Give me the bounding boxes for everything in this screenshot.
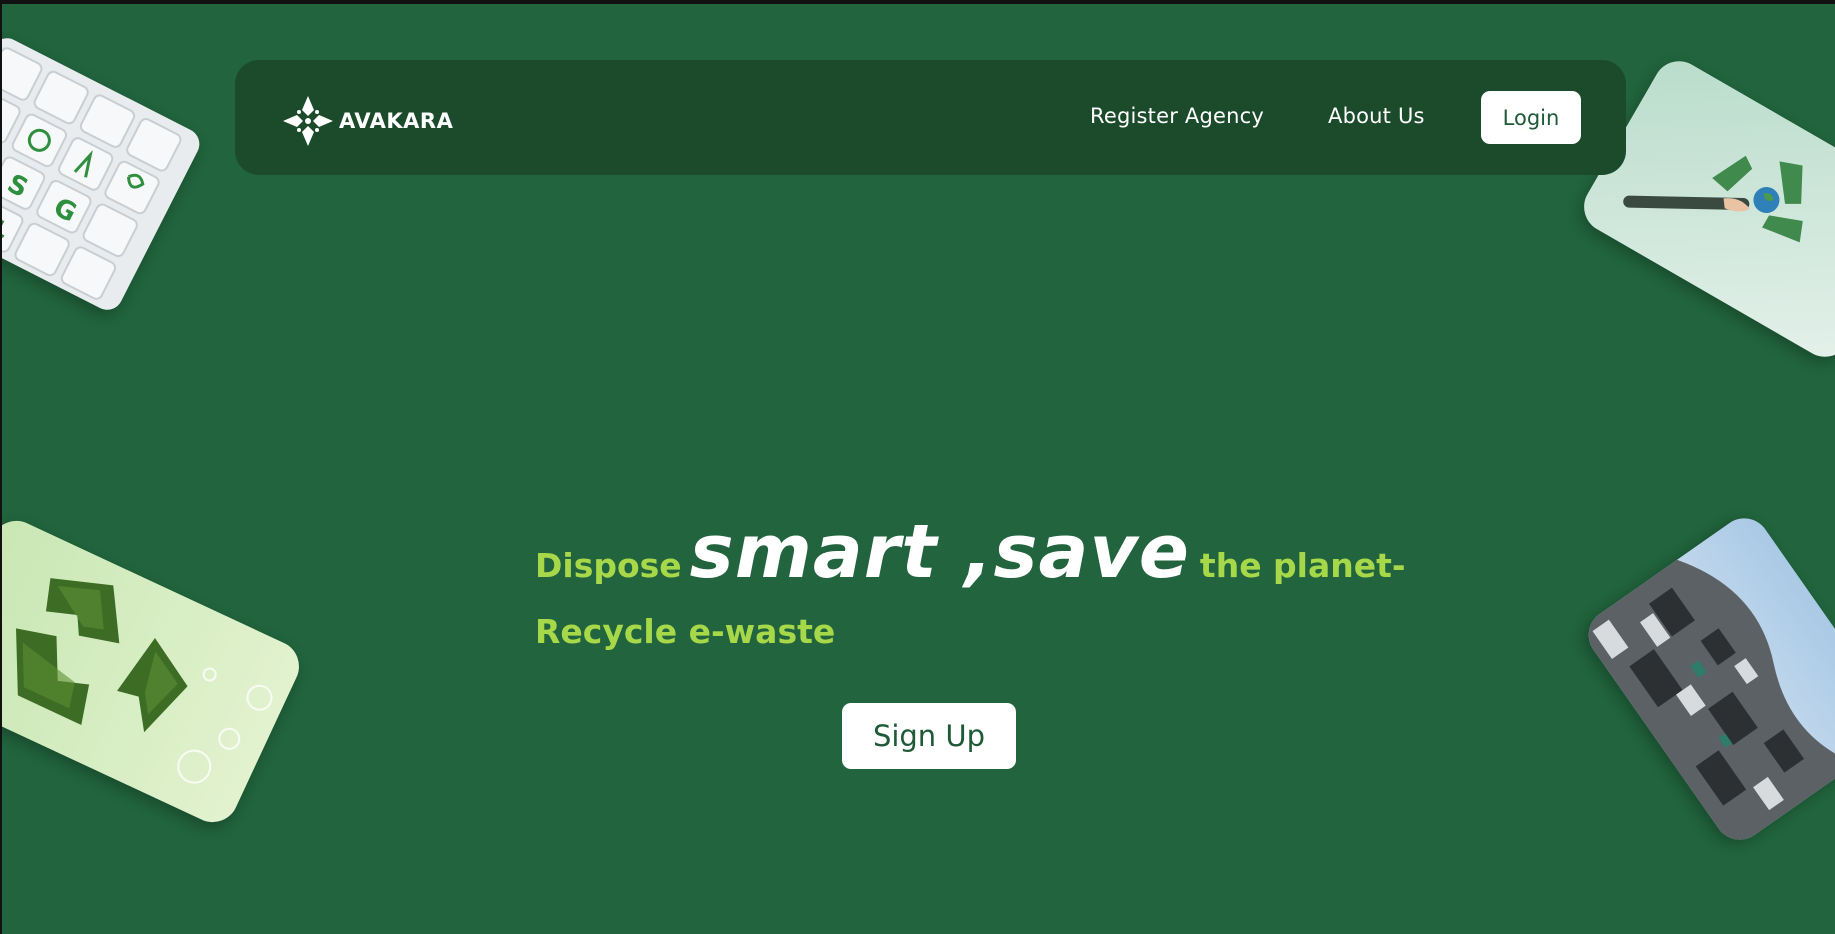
brand-name: AVAKARA	[339, 109, 454, 133]
ewaste-pile-image	[1578, 508, 1835, 850]
esg-keyboard-image: E S G	[2, 32, 205, 316]
sign-up-button[interactable]: Sign Up	[842, 703, 1016, 769]
hero-prefix: Dispose	[535, 546, 682, 585]
page: E S G	[2, 4, 1835, 934]
nav-about-us-link[interactable]: About Us	[1328, 104, 1425, 128]
brand[interactable]: AVAKARA	[281, 94, 453, 148]
hero-suffix: the planet-	[1199, 546, 1406, 585]
grass-recycle-image	[2, 512, 308, 831]
hero-headline: Dispose smart ,save the planet-	[535, 509, 1406, 595]
hero-emphasis: smart ,save	[689, 509, 1190, 595]
login-button[interactable]: Login	[1481, 91, 1581, 144]
navbar: AVAKARA Register Agency About Us Login	[235, 60, 1626, 175]
diamond-flower-icon	[281, 94, 335, 148]
nav-register-agency-link[interactable]: Register Agency	[1090, 104, 1264, 128]
hero-subline: Recycle e-waste	[535, 612, 836, 651]
